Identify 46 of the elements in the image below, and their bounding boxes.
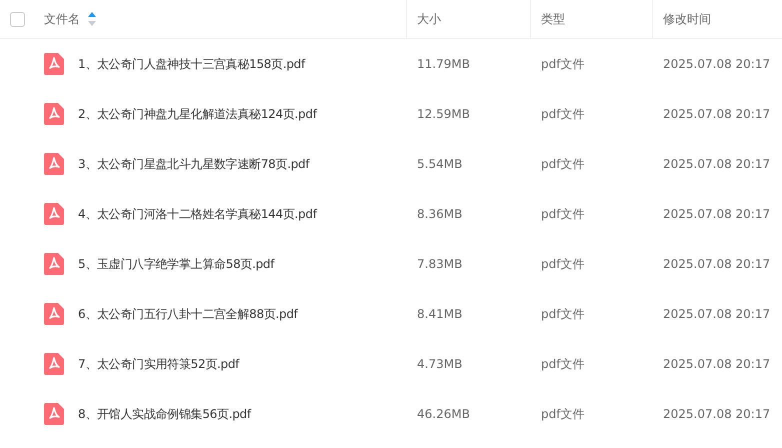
file-name[interactable]: 6、太公奇门五行八卦十二宫全解88页.pdf	[78, 306, 298, 322]
file-size: 11.79MB	[417, 57, 470, 71]
file-name[interactable]: 4、太公奇门河洛十二格姓名学真秘144页.pdf	[78, 206, 317, 222]
pdf-file-icon	[44, 303, 64, 325]
file-type: pdf文件	[541, 56, 584, 72]
file-name[interactable]: 7、太公奇门实用符箓52页.pdf	[78, 356, 240, 372]
modified-time: 2025.07.08 20:17	[663, 307, 770, 321]
file-size: 8.41MB	[417, 307, 462, 321]
modified-time: 2025.07.08 20:17	[663, 207, 770, 221]
modified-time: 2025.07.08 20:17	[663, 57, 770, 71]
modified-time: 2025.07.08 20:17	[663, 107, 770, 121]
modified-time: 2025.07.08 20:17	[663, 407, 770, 421]
file-name[interactable]: 3、太公奇门星盘北斗九星数字速断78页.pdf	[78, 156, 310, 172]
pdf-file-icon	[44, 353, 64, 375]
column-header[interactable]: 类型	[541, 10, 565, 28]
modified-time: 2025.07.08 20:17	[663, 257, 770, 271]
pdf-file-icon	[44, 53, 64, 75]
file-size: 8.36MB	[417, 207, 462, 221]
modified-time: 2025.07.08 20:17	[663, 157, 770, 171]
file-type: pdf文件	[541, 256, 584, 272]
file-size: 7.83MB	[417, 257, 462, 271]
file-name[interactable]: 8、开馆人实战命例锦集56页.pdf	[78, 406, 251, 422]
pdf-file-icon	[44, 103, 64, 125]
file-name[interactable]: 2、太公奇门神盘九星化解道法真秘124页.pdf	[78, 106, 317, 122]
select-all-checkbox[interactable]	[10, 12, 25, 26]
file-size: 4.73MB	[417, 357, 462, 371]
pdf-file-icon	[44, 153, 64, 175]
file-type: pdf文件	[541, 156, 584, 172]
pdf-file-icon	[44, 203, 64, 225]
file-name[interactable]: 1、太公奇门人盘神技十三宫真秘158页.pdf	[78, 56, 305, 72]
file-size: 12.59MB	[417, 107, 470, 121]
file-type: pdf文件	[541, 406, 584, 422]
pdf-file-icon	[44, 403, 64, 425]
file-type: pdf文件	[541, 306, 584, 322]
modified-time: 2025.07.08 20:17	[663, 357, 770, 371]
file-type: pdf文件	[541, 356, 584, 372]
file-type: pdf文件	[541, 206, 584, 222]
column-header[interactable]: 文件名	[44, 10, 80, 28]
file-size: 5.54MB	[417, 157, 462, 171]
sort-icon[interactable]	[88, 12, 96, 26]
pdf-file-icon	[44, 253, 64, 275]
file-name[interactable]: 5、玉虚门八字绝学掌上算命58页.pdf	[78, 256, 274, 272]
column-header[interactable]: 修改时间	[663, 10, 711, 28]
column-header[interactable]: 大小	[417, 10, 441, 28]
file-size: 46.26MB	[417, 407, 470, 421]
file-type: pdf文件	[541, 106, 584, 122]
